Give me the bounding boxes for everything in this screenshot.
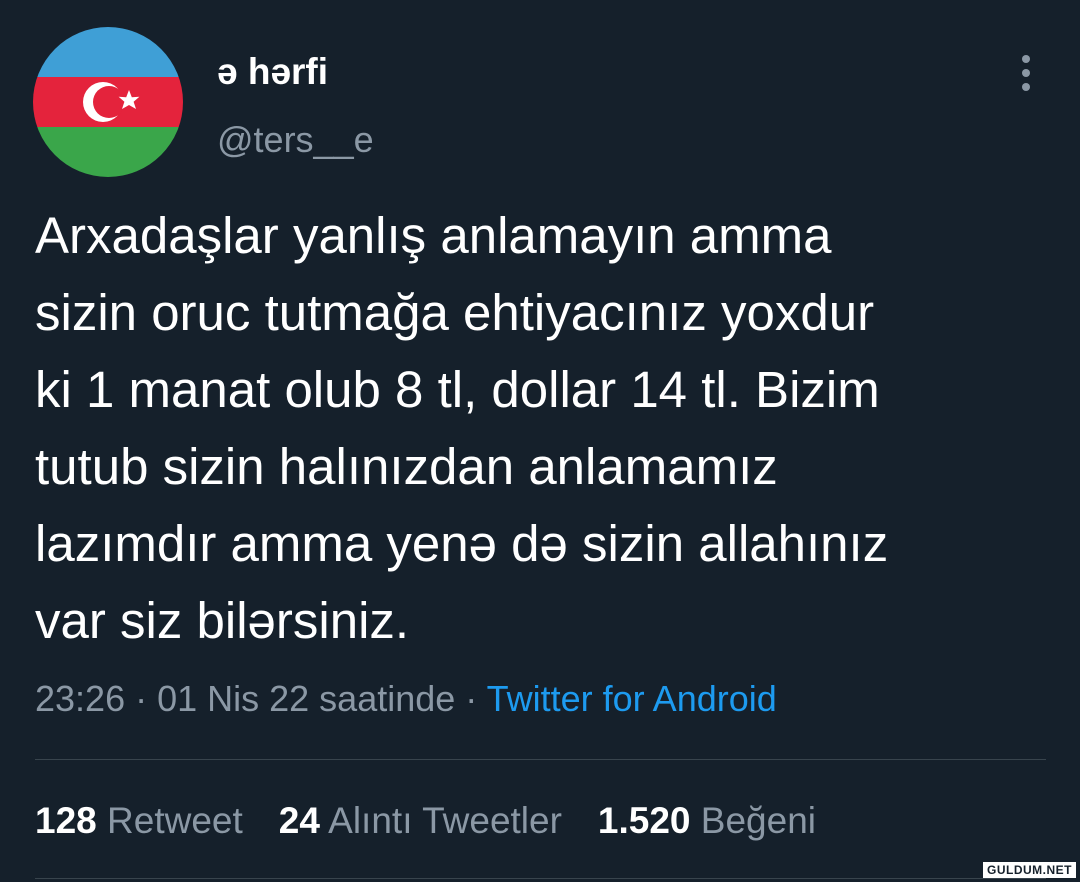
tweet-text-line: sizin oruc tutmağa ehtiyacınız yoxdur [35, 284, 875, 341]
retweets-stat[interactable]: 128 Retweet [35, 798, 243, 844]
tweet-text-line: tutub sizin halınızdan anlamamız [35, 438, 778, 495]
tweet-time[interactable]: 23:26 [35, 678, 125, 719]
tweet-stats: 128 Retweet 24 Alıntı Tweetler 1.520 Beğ… [35, 798, 852, 844]
avatar[interactable] [33, 27, 183, 177]
divider [35, 878, 1046, 879]
azerbaijan-flag-icon [33, 27, 183, 177]
retweets-count: 128 [35, 800, 97, 841]
more-vertical-icon-dot [1022, 69, 1030, 77]
tweet-date[interactable]: 01 Nis 22 saatinde [157, 678, 455, 719]
quotes-count: 24 [278, 800, 320, 841]
meta-separator: · [455, 678, 487, 719]
divider [35, 759, 1046, 760]
display-name[interactable]: ə hərfi [217, 50, 328, 94]
likes-label: Beğeni [700, 800, 817, 841]
tweet-source-link[interactable]: Twitter for Android [487, 678, 777, 719]
retweets-label: Retweet [107, 800, 243, 841]
tweet-text-line: ki 1 manat olub 8 tl, dollar 14 tl. Bizi… [35, 361, 880, 418]
more-options-button[interactable] [1006, 50, 1046, 96]
watermark: GULDUM.NET [983, 862, 1076, 878]
user-handle[interactable]: @ters__e [217, 118, 374, 162]
tweet-text-line: Arxadaşlar yanlış anlamayın amma [35, 207, 832, 264]
tweet-text-line: lazımdır amma yenə də sizin allahınız [35, 515, 889, 572]
tweet-meta: 23:26 · 01 Nis 22 saatinde · Twitter for… [35, 676, 777, 722]
tweet-text-line: var siz bilərsiniz. [35, 592, 410, 649]
more-vertical-icon-dot [1022, 83, 1030, 91]
likes-stat[interactable]: 1.520 Beğeni [598, 798, 816, 844]
tweet-text: Arxadaşlar yanlış anlamayın amma sizin o… [35, 197, 1055, 659]
meta-separator: · [125, 678, 158, 719]
likes-count: 1.520 [597, 800, 691, 841]
quotes-stat[interactable]: 24 Alıntı Tweetler [279, 798, 562, 844]
quotes-label: Alıntı Tweetler [328, 800, 562, 841]
more-vertical-icon [1022, 55, 1030, 63]
